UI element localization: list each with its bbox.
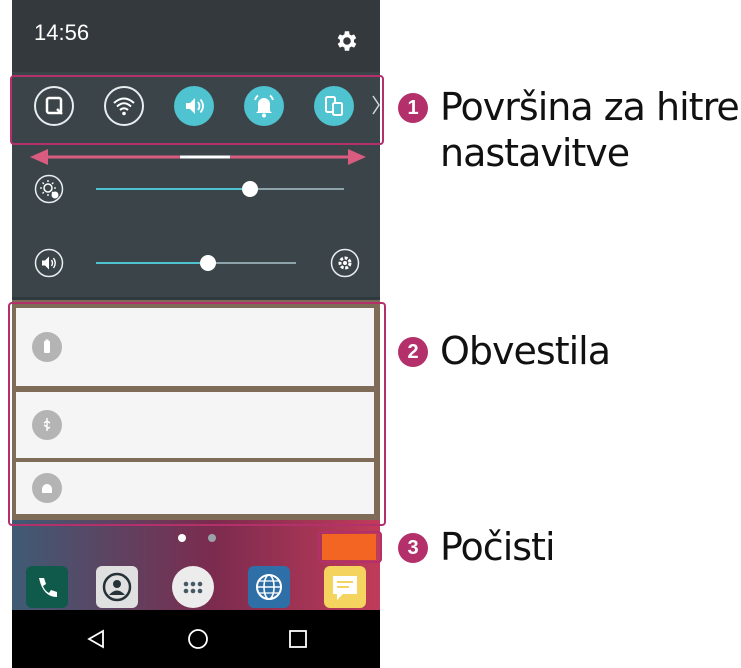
brightness-slider-thumb[interactable] [242, 181, 258, 197]
clear-highlight [318, 531, 382, 563]
volume-icon [34, 248, 64, 278]
callout-clear: 3 Počisti [398, 524, 740, 570]
page-indicator [178, 534, 186, 542]
gear-icon[interactable] [334, 28, 360, 54]
recents-icon[interactable] [288, 629, 308, 649]
phone-icon[interactable] [26, 566, 68, 608]
callout-number: 3 [398, 533, 428, 563]
callout-quick-settings: 1 Površina za hitre nastavitve [398, 84, 740, 176]
contacts-icon[interactable] [96, 566, 138, 608]
home-icon[interactable] [187, 628, 209, 650]
quick-settings-highlight [10, 75, 384, 145]
status-bar: 14:56 [12, 0, 380, 72]
scroll-indicator-icon [30, 149, 366, 165]
notifications-highlight [8, 302, 386, 526]
back-icon[interactable] [86, 629, 106, 649]
clock: 14:56 [34, 20, 90, 45]
page-indicator [208, 534, 216, 542]
callout-label: Počisti [440, 525, 556, 569]
apps-icon[interactable] [172, 566, 214, 608]
callout-label: Površina za hitre nastavitve [440, 85, 740, 175]
volume-slider-fill [96, 262, 208, 264]
callout-label: Obvestila [440, 329, 611, 373]
navigation-bar [12, 610, 380, 668]
sound-settings-icon[interactable] [330, 248, 360, 278]
callout-number: 1 [398, 93, 428, 123]
brightness-slider-fill [96, 188, 250, 190]
brightness-icon [34, 174, 64, 204]
callout-notifications: 2 Obvestila [398, 328, 740, 374]
volume-slider-thumb[interactable] [200, 255, 216, 271]
messaging-icon[interactable] [324, 566, 366, 608]
browser-icon[interactable] [248, 566, 290, 608]
callout-number: 2 [398, 337, 428, 367]
